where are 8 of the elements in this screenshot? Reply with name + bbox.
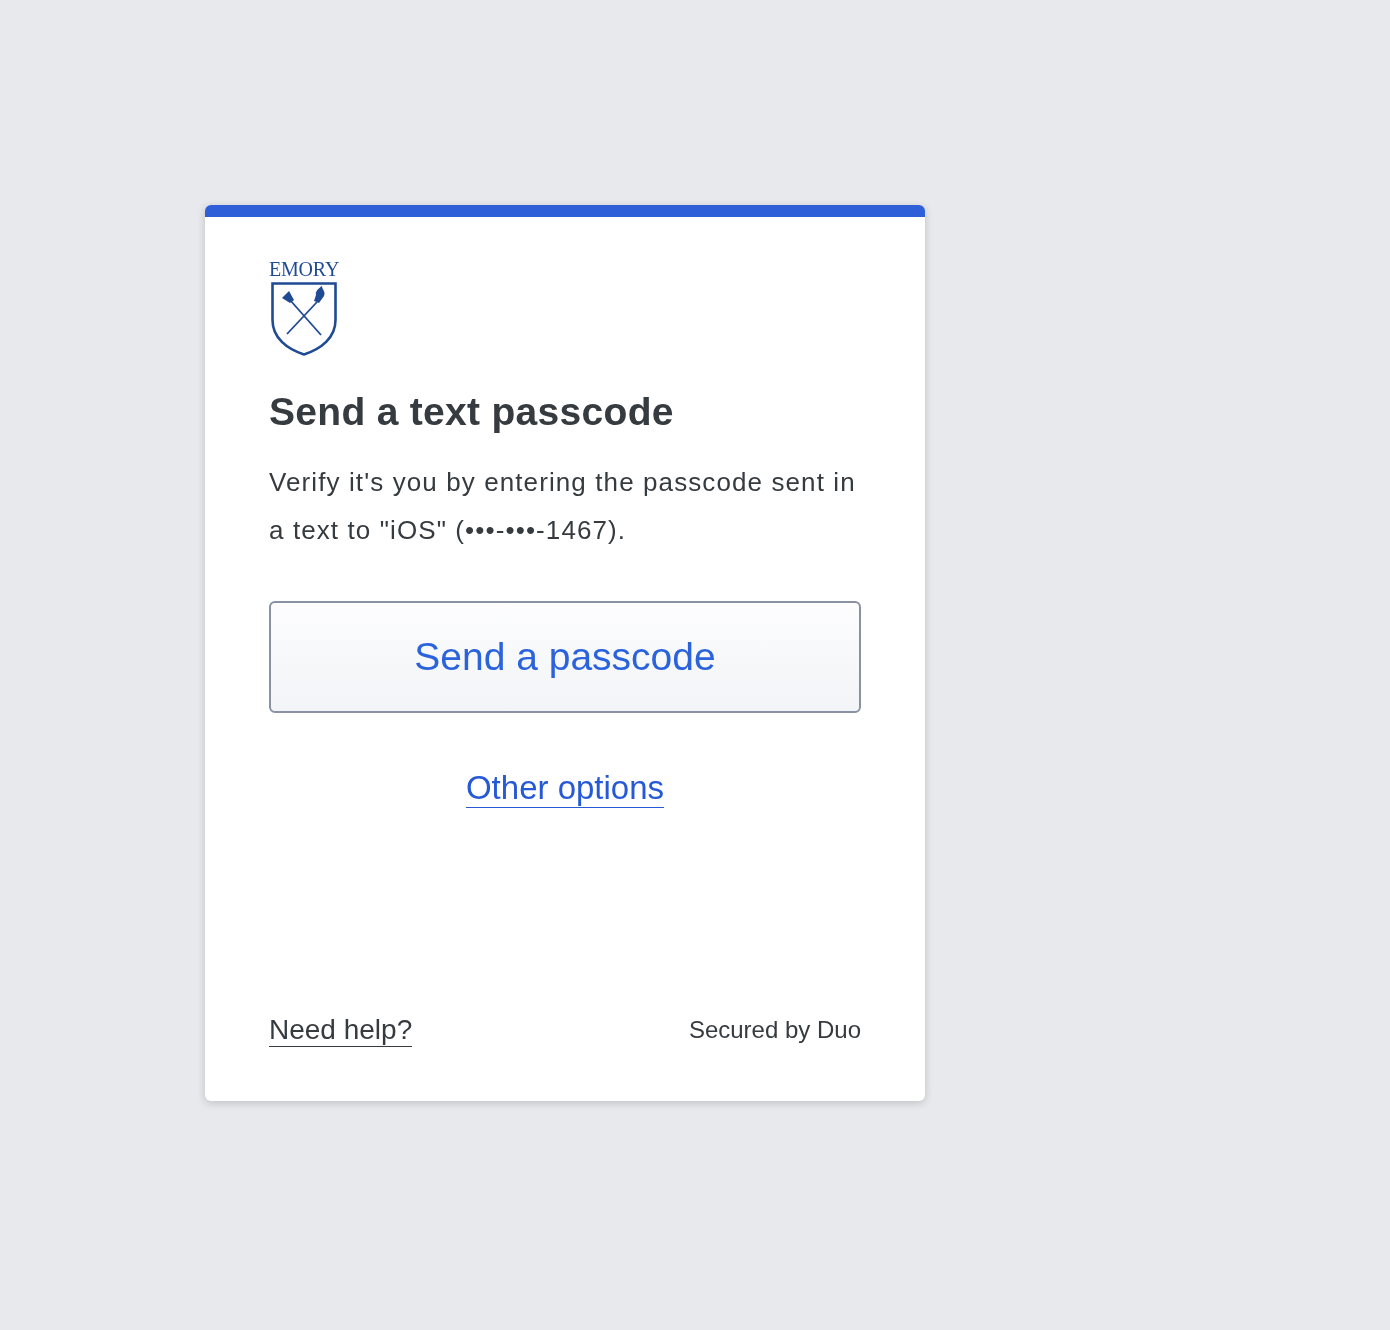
secured-by-text: Secured by Duo bbox=[688, 1016, 861, 1044]
instruction-text: Verify it's you by entering the passcode sent in a text to "iOS" (•••-•••-1467). bbox=[269, 466, 857, 547]
shield-emblem-icon bbox=[271, 282, 337, 356]
page-heading: Send a text passcode bbox=[269, 390, 675, 434]
need-help-link[interactable]: Need help? bbox=[269, 1013, 413, 1047]
other-options-link[interactable]: Other options bbox=[465, 769, 665, 808]
logo-wordmark: EMORY bbox=[269, 259, 340, 279]
send-passcode-button[interactable]: Send a passcode bbox=[269, 601, 861, 713]
